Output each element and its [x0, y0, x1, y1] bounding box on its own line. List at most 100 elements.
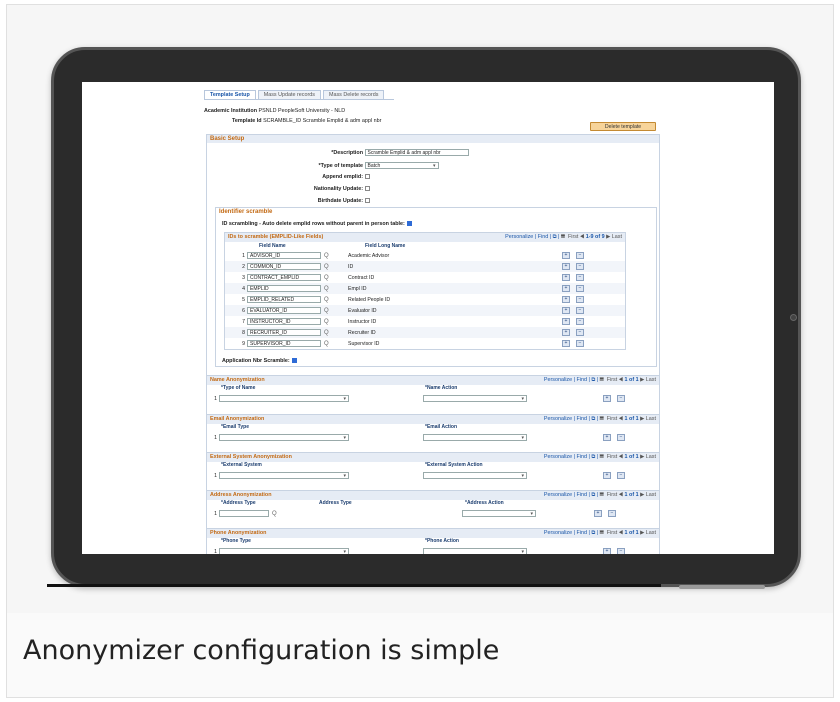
- add-row-icon[interactable]: +: [603, 472, 611, 479]
- field-name-input[interactable]: SUPERVISOR_ID: [247, 340, 321, 347]
- add-row-icon[interactable]: +: [562, 340, 570, 347]
- app-nbr-checkbox[interactable]: [291, 358, 297, 364]
- delete-row-icon[interactable]: −: [617, 472, 625, 479]
- field-name-input[interactable]: EVALUATOR_ID: [247, 307, 321, 314]
- add-row-icon[interactable]: +: [603, 395, 611, 402]
- action-select[interactable]: ▾: [423, 395, 527, 402]
- prev-icon[interactable]: ◀: [580, 234, 584, 240]
- delete-row-icon[interactable]: −: [576, 329, 584, 336]
- delete-row-icon[interactable]: −: [617, 548, 625, 554]
- add-row-icon[interactable]: +: [562, 329, 570, 336]
- last-link[interactable]: Last: [646, 492, 656, 498]
- add-row-icon[interactable]: +: [603, 434, 611, 441]
- add-row-icon[interactable]: +: [562, 263, 570, 270]
- grid-view-icon[interactable]: ▦: [600, 454, 604, 460]
- add-row-icon[interactable]: +: [562, 252, 570, 259]
- prev-icon[interactable]: ◀: [619, 454, 623, 460]
- last-link[interactable]: Last: [646, 454, 656, 460]
- prev-icon[interactable]: ◀: [619, 530, 623, 536]
- first-link[interactable]: First: [607, 454, 617, 460]
- first-link[interactable]: First: [607, 530, 617, 536]
- add-row-icon[interactable]: +: [594, 510, 602, 517]
- lookup-icon[interactable]: Q: [324, 253, 348, 259]
- delete-row-icon[interactable]: −: [576, 296, 584, 303]
- action-select[interactable]: ▾: [462, 510, 536, 517]
- next-icon[interactable]: ▶: [640, 416, 644, 422]
- personalize-link[interactable]: Personalize | Find | ⧉ |: [505, 234, 559, 240]
- description-input[interactable]: Scramble Emplid & adm appl nbr: [364, 149, 469, 156]
- lookup-icon[interactable]: Q: [324, 275, 348, 281]
- delete-row-icon[interactable]: −: [576, 285, 584, 292]
- first-link[interactable]: First: [607, 492, 617, 498]
- add-row-icon[interactable]: +: [562, 274, 570, 281]
- delete-template-button[interactable]: Delete template: [590, 122, 656, 131]
- last-link[interactable]: Last: [646, 377, 656, 383]
- next-icon[interactable]: ▶: [606, 234, 610, 240]
- delete-row-icon[interactable]: −: [608, 510, 616, 517]
- grid-view-icon[interactable]: ▦: [600, 377, 604, 383]
- add-row-icon[interactable]: +: [562, 318, 570, 325]
- lookup-icon[interactable]: Q: [272, 511, 296, 517]
- last-link[interactable]: Last: [612, 234, 622, 240]
- field-name-input[interactable]: ADVISOR_ID: [247, 252, 321, 259]
- type-select[interactable]: ▾: [219, 472, 349, 479]
- lookup-icon[interactable]: Q: [324, 319, 348, 325]
- type-select[interactable]: ▾: [219, 395, 349, 402]
- grid-view-icon[interactable]: ▦: [600, 530, 604, 536]
- lookup-icon[interactable]: Q: [324, 264, 348, 270]
- add-row-icon[interactable]: +: [562, 307, 570, 314]
- lookup-icon[interactable]: Q: [324, 297, 348, 303]
- next-icon[interactable]: ▶: [640, 454, 644, 460]
- field-name-input[interactable]: RECRUITER_ID: [247, 329, 321, 336]
- tab-mass-delete[interactable]: Mass Delete records: [322, 90, 385, 99]
- lookup-icon[interactable]: Q: [324, 286, 348, 292]
- type-input[interactable]: [219, 510, 269, 517]
- delete-row-icon[interactable]: −: [576, 274, 584, 281]
- next-icon[interactable]: ▶: [640, 377, 644, 383]
- type-select[interactable]: Batch ▾: [364, 162, 439, 169]
- prev-icon[interactable]: ◀: [619, 377, 623, 383]
- prev-icon[interactable]: ◀: [619, 416, 623, 422]
- personalize-link[interactable]: Personalize | Find | ⧉ |: [544, 377, 598, 383]
- grid-view-icon[interactable]: ▦: [561, 234, 565, 240]
- grid-view-icon[interactable]: ▦: [600, 492, 604, 498]
- field-name-input[interactable]: EMPLID_RELATED: [247, 296, 321, 303]
- personalize-link[interactable]: Personalize | Find | ⧉ |: [544, 416, 598, 422]
- add-row-icon[interactable]: +: [562, 296, 570, 303]
- personalize-link[interactable]: Personalize | Find | ⧉ |: [544, 492, 598, 498]
- first-link[interactable]: First: [568, 234, 578, 240]
- lookup-icon[interactable]: Q: [324, 341, 348, 347]
- tab-mass-update[interactable]: Mass Update records: [257, 90, 321, 99]
- add-row-icon[interactable]: +: [562, 285, 570, 292]
- first-link[interactable]: First: [607, 377, 617, 383]
- type-select[interactable]: ▾: [219, 434, 349, 441]
- delete-row-icon[interactable]: −: [576, 252, 584, 259]
- action-select[interactable]: ▾: [423, 434, 527, 441]
- delete-row-icon[interactable]: −: [576, 318, 584, 325]
- tab-template-setup[interactable]: Template Setup: [204, 90, 256, 99]
- delete-row-icon[interactable]: −: [617, 434, 625, 441]
- last-link[interactable]: Last: [646, 416, 656, 422]
- type-select[interactable]: ▾: [219, 548, 349, 554]
- prev-icon[interactable]: ◀: [619, 492, 623, 498]
- delete-row-icon[interactable]: −: [576, 307, 584, 314]
- next-icon[interactable]: ▶: [640, 492, 644, 498]
- delete-row-icon[interactable]: −: [617, 395, 625, 402]
- nationality-checkbox[interactable]: [365, 186, 370, 192]
- lookup-icon[interactable]: Q: [324, 308, 348, 314]
- add-row-icon[interactable]: +: [603, 548, 611, 554]
- grid-view-icon[interactable]: ▦: [600, 416, 604, 422]
- personalize-link[interactable]: Personalize | Find | ⧉ |: [544, 530, 598, 536]
- append-checkbox[interactable]: [365, 174, 370, 180]
- action-select[interactable]: ▾: [423, 472, 527, 479]
- last-link[interactable]: Last: [646, 530, 656, 536]
- birthdate-checkbox[interactable]: [365, 198, 370, 204]
- next-icon[interactable]: ▶: [640, 530, 644, 536]
- first-link[interactable]: First: [607, 416, 617, 422]
- field-name-input[interactable]: CONTRACT_EMPLID: [247, 274, 321, 281]
- personalize-link[interactable]: Personalize | Find | ⧉ |: [544, 454, 598, 460]
- field-name-input[interactable]: EMPLID: [247, 285, 321, 292]
- field-name-input[interactable]: INSTRUCTOR_ID: [247, 318, 321, 325]
- action-select[interactable]: ▾: [423, 548, 527, 554]
- field-name-input[interactable]: COMMON_ID: [247, 263, 321, 270]
